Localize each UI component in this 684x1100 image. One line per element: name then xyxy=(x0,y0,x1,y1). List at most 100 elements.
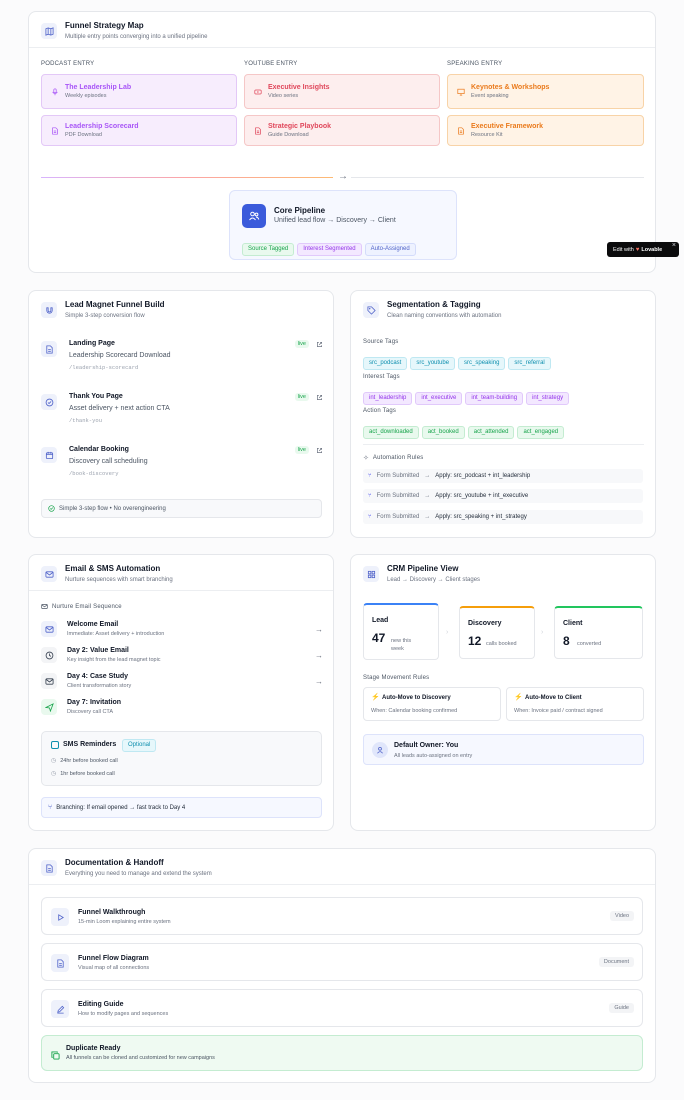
entry-leadership-lab[interactable]: The Leadership Lab Weekly episodes xyxy=(41,74,237,109)
rule-desc: When: Calendar booking confirmed xyxy=(371,708,458,714)
tag-source-tagged: Source Tagged xyxy=(242,243,295,256)
nurture-sequence-label: Nurture Email Sequence xyxy=(41,603,122,610)
stage-name: Lead xyxy=(372,617,389,624)
entry-strategic-playbook[interactable]: Strategic Playbook Guide Download xyxy=(244,115,440,146)
rule-action: Apply: src_speaking + int_strategy xyxy=(435,514,527,520)
duplicate-ready-box[interactable]: Duplicate Ready All funnels can be clone… xyxy=(41,1035,643,1071)
email-welcome[interactable]: Welcome Email Immediate: Asset delivery … xyxy=(41,621,323,643)
tag-chip[interactable]: src_podcast xyxy=(363,357,408,370)
lead-magnet-title: Lead Magnet Funnel Build xyxy=(65,300,165,309)
arrow-icon: → xyxy=(424,473,431,479)
doc-funnel-flow-diagram[interactable]: Funnel Flow Diagram Visual map of all co… xyxy=(41,943,643,981)
rule-desc: When: Invoice paid / contract signed xyxy=(514,708,603,714)
edit-icon xyxy=(51,1000,69,1018)
tag-chip[interactable]: int_team-building xyxy=(465,392,524,405)
email-desc: Immediate: Asset delivery + introduction xyxy=(67,631,165,637)
entry-executive-framework[interactable]: Executive Framework Resource Kit xyxy=(447,115,644,146)
documentation-card: Documentation & Handoff Everything you n… xyxy=(28,848,656,1083)
rule-auto-move-client[interactable]: ⚡ Auto-Move to Client When: Invoice paid… xyxy=(506,687,644,721)
branching-rule[interactable]: ⑂ Branching: If email opened → fast trac… xyxy=(41,797,322,818)
entry-name: Keynotes & Workshops xyxy=(471,84,550,91)
external-link-icon[interactable] xyxy=(316,394,323,401)
live-badge: live xyxy=(294,446,309,454)
converge-line xyxy=(41,177,333,178)
arrow-right-icon: → xyxy=(338,171,348,182)
doc-funnel-walkthrough[interactable]: Funnel Walkthrough 15-min Loom explainin… xyxy=(41,897,643,935)
automation-rule[interactable]: ⑂ Form Submitted → Apply: src_podcast + int… xyxy=(363,469,643,483)
email-header: Email & SMS Automation Nurture sequences… xyxy=(29,555,333,591)
tag-chip[interactable]: src_speaking xyxy=(458,357,506,370)
step-landing-page[interactable]: Landing Page Leadership Scorecard Downlo… xyxy=(41,340,331,388)
action-tags: act_downloaded act_booked act_attended act_… xyxy=(363,420,567,439)
tag-chip[interactable]: int_executive xyxy=(415,392,463,405)
user-icon xyxy=(372,742,388,758)
rule-title: Auto-Move to Discovery xyxy=(382,695,451,701)
rule-title: Auto-Move to Client xyxy=(525,695,582,701)
core-pipeline-box[interactable]: Core Pipeline Unified lead flow → Discov… xyxy=(229,190,457,260)
tag-chip[interactable]: act_booked xyxy=(421,426,465,439)
tag-chip[interactable]: act_engaged xyxy=(517,426,565,439)
default-owner-box[interactable]: Default Owner: You All leads auto-assign… xyxy=(363,734,644,765)
entry-name: The Leadership Lab xyxy=(65,84,132,91)
mail-icon xyxy=(41,604,48,609)
email-day4[interactable]: Day 4: Case Study Client transformation … xyxy=(41,673,323,695)
funnel-strategy-header: Funnel Strategy Map Multiple entry point… xyxy=(29,12,655,48)
tag-chip[interactable]: act_attended xyxy=(467,426,515,439)
segmentation-title: Segmentation & Tagging xyxy=(387,300,481,309)
doc-title: Funnel Flow Diagram xyxy=(78,955,149,962)
branch-icon: ⑂ xyxy=(368,473,372,479)
podcast-entry-label: PODCAST ENTRY xyxy=(41,61,95,67)
tag-chip[interactable]: act_downloaded xyxy=(363,426,419,439)
entry-name: Leadership Scorecard xyxy=(65,123,139,130)
stage-desc: calls booked xyxy=(486,641,517,647)
converge-line-right xyxy=(351,177,644,178)
external-link-icon[interactable] xyxy=(316,447,323,454)
magnet-icon xyxy=(41,302,57,318)
segmentation-card: Segmentation & Tagging Clean naming conv… xyxy=(350,290,656,538)
badge-close-button[interactable]: × xyxy=(672,242,676,249)
doc-title: Funnel Walkthrough xyxy=(78,909,146,916)
tag-chip[interactable]: int_leadership xyxy=(363,392,413,405)
entry-sub: PDF Download xyxy=(65,132,102,138)
file-icon xyxy=(458,126,464,135)
check-circle-icon xyxy=(48,505,55,512)
entry-sub: Resource Kit xyxy=(471,132,503,138)
youtube-icon xyxy=(254,89,262,94)
tag-chip[interactable]: src_youtube xyxy=(410,357,456,370)
automation-rule[interactable]: ⑂ Form Submitted → Apply: src_youtube + int… xyxy=(363,489,643,503)
stage-rules-label: Stage Movement Rules xyxy=(363,675,430,681)
tag-chip[interactable]: src_referral xyxy=(508,357,551,370)
stage-discovery[interactable]: Discovery 12 calls booked xyxy=(459,606,535,659)
docs-subtitle: Everything you need to manage and extend… xyxy=(65,871,212,877)
entry-keynotes-workshops[interactable]: Keynotes & Workshops Event speaking xyxy=(447,74,644,109)
divider xyxy=(363,444,644,445)
source-tags: src_podcast src_youtube src_speaking src_re… xyxy=(363,351,554,370)
step-calendar-booking[interactable]: Calendar Booking Discovery call scheduli… xyxy=(41,446,331,494)
entry-leadership-scorecard[interactable]: Leadership Scorecard PDF Download xyxy=(41,115,237,146)
rule-action: Apply: src_youtube + int_executive xyxy=(435,493,529,499)
entry-sub: Guide Download xyxy=(268,132,309,138)
step-thank-you-page[interactable]: Thank You Page Asset delivery + next act… xyxy=(41,393,331,441)
external-link-icon[interactable] xyxy=(316,341,323,348)
rule-auto-move-discovery[interactable]: ⚡ Auto-Move to Discovery When: Calendar … xyxy=(363,687,501,721)
doc-editing-guide[interactable]: Editing Guide How to modify pages and se… xyxy=(41,989,643,1027)
play-icon xyxy=(51,908,69,926)
segmentation-header: Segmentation & Tagging Clean naming conv… xyxy=(351,291,655,327)
rule-trigger: Form Submitted xyxy=(376,514,420,520)
edit-with-lovable-badge[interactable]: Edit with ♥ Lovable × xyxy=(607,242,679,257)
stage-name: Client xyxy=(563,620,583,627)
tag-chip[interactable]: int_strategy xyxy=(526,392,570,405)
arrow-right-icon: → xyxy=(315,651,323,660)
email-day7[interactable]: Day 7: Invitation Discovery call CTA xyxy=(41,699,323,721)
email-title: Day 7: Invitation xyxy=(67,699,122,706)
stage-client[interactable]: Client 8 converted xyxy=(554,606,643,659)
doc-tag: Document xyxy=(598,957,634,967)
email-day2[interactable]: Day 2: Value Email Key insight from the … xyxy=(41,647,323,669)
entry-executive-insights[interactable]: Executive Insights Video series xyxy=(244,74,440,109)
grid-icon xyxy=(363,566,379,582)
tag-interest-segmented: Interest Segmented xyxy=(297,243,362,256)
automation-rule[interactable]: ⑂ Form Submitted → Apply: src_speaking + in… xyxy=(363,510,643,524)
dup-title: Duplicate Ready xyxy=(66,1045,121,1052)
stage-lead[interactable]: Lead 47 new this week xyxy=(363,603,439,660)
presentation-icon xyxy=(457,88,465,96)
